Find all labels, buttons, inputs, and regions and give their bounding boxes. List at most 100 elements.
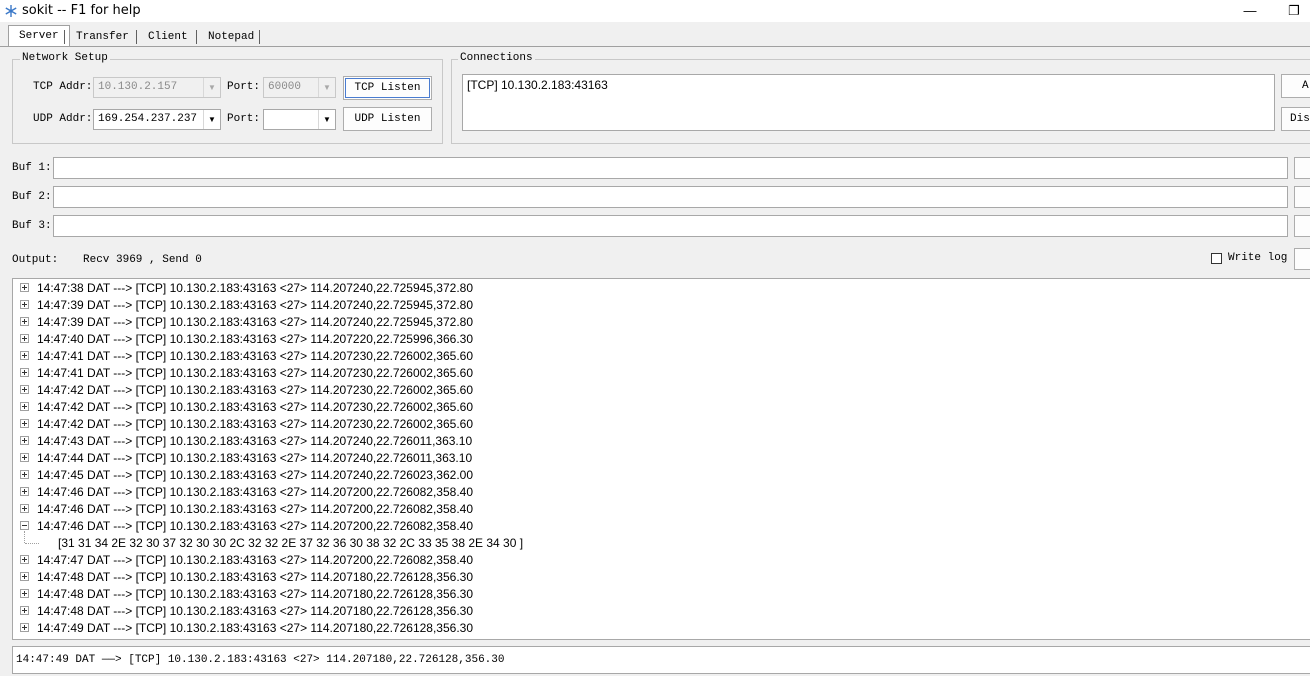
log-row-text: 14:47:48 DAT ---> [TCP] 10.130.2.183:431… bbox=[37, 587, 474, 601]
chevron-down-icon: ▼ bbox=[318, 110, 335, 129]
log-row-text: 14:47:41 DAT ---> [TCP] 10.130.2.183:431… bbox=[37, 366, 474, 380]
expand-icon[interactable] bbox=[20, 419, 29, 428]
write-log-checkbox[interactable] bbox=[1211, 253, 1222, 264]
udp-addr-value: 169.254.237.237 bbox=[98, 113, 198, 125]
log-row[interactable]: 14:47:45 DAT ---> [TCP] 10.130.2.183:431… bbox=[13, 467, 1310, 484]
tab-client[interactable]: Client bbox=[138, 28, 198, 46]
tab-baseline bbox=[0, 46, 1310, 47]
minimize-button[interactable]: — bbox=[1228, 0, 1272, 22]
log-row[interactable]: 14:47:42 DAT ---> [TCP] 10.130.2.183:431… bbox=[13, 416, 1310, 433]
expand-icon[interactable] bbox=[20, 589, 29, 598]
log-row-child[interactable]: [31 31 34 2E 32 30 37 32 30 30 2C 32 32 … bbox=[13, 531, 1310, 552]
disconnect-button[interactable]: Dis bbox=[1281, 107, 1310, 131]
udp-addr-combo[interactable]: 169.254.237.237 ▼ bbox=[93, 109, 221, 130]
window-title: sokit -- F1 for help bbox=[22, 3, 141, 18]
log-row-text: 14:47:48 DAT ---> [TCP] 10.130.2.183:431… bbox=[37, 604, 474, 618]
log-row-text: 14:47:38 DAT ---> [TCP] 10.130.2.183:431… bbox=[37, 281, 474, 295]
expand-icon[interactable] bbox=[20, 453, 29, 462]
log-row-text: 14:47:39 DAT ---> [TCP] 10.130.2.183:431… bbox=[37, 315, 474, 329]
expand-icon[interactable] bbox=[20, 300, 29, 309]
tab-strip: Server Transfer Client Notepad bbox=[0, 22, 1310, 48]
status-text: 14:47:49 DAT ——> [TCP] 10.130.2.183:4316… bbox=[16, 654, 505, 666]
buf3-label: Buf 3: bbox=[12, 220, 52, 232]
tab-separator bbox=[259, 30, 260, 44]
log-row-text: 14:47:42 DAT ---> [TCP] 10.130.2.183:431… bbox=[37, 417, 474, 431]
log-row[interactable]: 14:47:41 DAT ---> [TCP] 10.130.2.183:431… bbox=[13, 348, 1310, 365]
log-row[interactable]: 14:47:39 DAT ---> [TCP] 10.130.2.183:431… bbox=[13, 314, 1310, 331]
buf1-label: Buf 1: bbox=[12, 162, 52, 174]
expand-icon[interactable] bbox=[20, 572, 29, 581]
collapse-icon[interactable] bbox=[20, 521, 29, 530]
tab-notepad[interactable]: Notepad bbox=[198, 28, 264, 46]
tab-separator bbox=[136, 30, 137, 44]
tcp-addr-value: 10.130.2.157 bbox=[98, 81, 178, 93]
log-row[interactable]: 14:47:44 DAT ---> [TCP] 10.130.2.183:431… bbox=[13, 450, 1310, 467]
log-row[interactable]: 14:47:48 DAT ---> [TCP] 10.130.2.183:431… bbox=[13, 586, 1310, 603]
buf3-send-button[interactable] bbox=[1294, 215, 1310, 237]
expand-icon[interactable] bbox=[20, 368, 29, 377]
expand-icon[interactable] bbox=[20, 606, 29, 615]
buf2-send-button[interactable] bbox=[1294, 186, 1310, 208]
log-row[interactable]: 14:47:42 DAT ---> [TCP] 10.130.2.183:431… bbox=[13, 399, 1310, 416]
connections-list[interactable]: [TCP] 10.130.2.183:43163 bbox=[462, 74, 1275, 131]
expand-icon[interactable] bbox=[20, 334, 29, 343]
log-row-text: 14:47:39 DAT ---> [TCP] 10.130.2.183:431… bbox=[37, 298, 474, 312]
log-row[interactable]: 14:47:40 DAT ---> [TCP] 10.130.2.183:431… bbox=[13, 331, 1310, 348]
buf1-send-button[interactable] bbox=[1294, 157, 1310, 179]
tree-connector-line bbox=[24, 531, 25, 543]
log-row[interactable]: 14:47:43 DAT ---> [TCP] 10.130.2.183:431… bbox=[13, 433, 1310, 450]
write-log-label: Write log bbox=[1228, 252, 1288, 264]
log-row[interactable]: 14:47:48 DAT ---> [TCP] 10.130.2.183:431… bbox=[13, 603, 1310, 620]
udp-port-combo[interactable]: ▼ bbox=[263, 109, 336, 130]
log-row[interactable]: 14:47:46 DAT ---> [TCP] 10.130.2.183:431… bbox=[13, 501, 1310, 518]
log-row[interactable]: 14:47:48 DAT ---> [TCP] 10.130.2.183:431… bbox=[13, 569, 1310, 586]
expand-icon[interactable] bbox=[20, 436, 29, 445]
buf2-input[interactable] bbox=[53, 186, 1288, 208]
log-row-text: 14:47:45 DAT ---> [TCP] 10.130.2.183:431… bbox=[37, 468, 474, 482]
buf1-input[interactable] bbox=[53, 157, 1288, 179]
log-row[interactable]: 14:47:49 DAT ---> [TCP] 10.130.2.183:431… bbox=[13, 620, 1310, 637]
expand-icon[interactable] bbox=[20, 283, 29, 292]
log-row[interactable]: 14:47:39 DAT ---> [TCP] 10.130.2.183:431… bbox=[13, 297, 1310, 314]
expand-icon[interactable] bbox=[20, 555, 29, 564]
log-row-hex-payload: [31 31 34 2E 32 30 37 32 30 30 2C 32 32 … bbox=[58, 536, 524, 550]
tcp-addr-label: TCP Addr: bbox=[33, 81, 93, 93]
output-log-tree[interactable]: 14:47:38 DAT ---> [TCP] 10.130.2.183:431… bbox=[12, 278, 1310, 640]
tcp-port-combo[interactable]: 60000 ▼ bbox=[263, 77, 336, 98]
clear-output-button[interactable] bbox=[1294, 248, 1310, 270]
network-setup-group bbox=[12, 59, 443, 144]
expand-icon[interactable] bbox=[20, 351, 29, 360]
log-row[interactable]: 14:47:38 DAT ---> [TCP] 10.130.2.183:431… bbox=[13, 280, 1310, 297]
tcp-listen-button[interactable]: TCP Listen bbox=[343, 76, 432, 100]
expand-icon[interactable] bbox=[20, 623, 29, 632]
all-button[interactable]: Al bbox=[1281, 74, 1310, 98]
buf3-input[interactable] bbox=[53, 215, 1288, 237]
expand-icon[interactable] bbox=[20, 317, 29, 326]
expand-icon[interactable] bbox=[20, 402, 29, 411]
log-row-text: 14:47:46 DAT ---> [TCP] 10.130.2.183:431… bbox=[37, 519, 474, 533]
log-row[interactable]: 14:47:46 DAT ---> [TCP] 10.130.2.183:431… bbox=[13, 518, 1310, 535]
network-setup-title: Network Setup bbox=[20, 52, 110, 64]
tcp-addr-combo[interactable]: 10.130.2.157 ▼ bbox=[93, 77, 221, 98]
log-row[interactable]: 14:47:41 DAT ---> [TCP] 10.130.2.183:431… bbox=[13, 365, 1310, 382]
tab-separator bbox=[196, 30, 197, 44]
tab-server[interactable]: Server bbox=[8, 25, 70, 46]
output-label: Output: bbox=[12, 254, 59, 266]
log-row[interactable]: 14:47:46 DAT ---> [TCP] 10.130.2.183:431… bbox=[13, 484, 1310, 501]
restore-button[interactable]: ❐ bbox=[1272, 0, 1310, 22]
expand-icon[interactable] bbox=[20, 385, 29, 394]
expand-icon[interactable] bbox=[20, 470, 29, 479]
log-row-text: 14:47:41 DAT ---> [TCP] 10.130.2.183:431… bbox=[37, 349, 474, 363]
connection-item[interactable]: [TCP] 10.130.2.183:43163 bbox=[467, 78, 608, 92]
tab-transfer[interactable]: Transfer bbox=[66, 28, 139, 46]
expand-icon[interactable] bbox=[20, 504, 29, 513]
udp-listen-button[interactable]: UDP Listen bbox=[343, 107, 432, 131]
tcp-port-label: Port: bbox=[227, 81, 261, 93]
udp-addr-label: UDP Addr: bbox=[33, 113, 93, 125]
log-row[interactable]: 14:47:47 DAT ---> [TCP] 10.130.2.183:431… bbox=[13, 552, 1310, 569]
chevron-down-icon: ▼ bbox=[203, 78, 220, 97]
log-row[interactable]: 14:47:42 DAT ---> [TCP] 10.130.2.183:431… bbox=[13, 382, 1310, 399]
chevron-down-icon: ▼ bbox=[318, 78, 335, 97]
log-row-text: 14:47:43 DAT ---> [TCP] 10.130.2.183:431… bbox=[37, 434, 473, 448]
expand-icon[interactable] bbox=[20, 487, 29, 496]
